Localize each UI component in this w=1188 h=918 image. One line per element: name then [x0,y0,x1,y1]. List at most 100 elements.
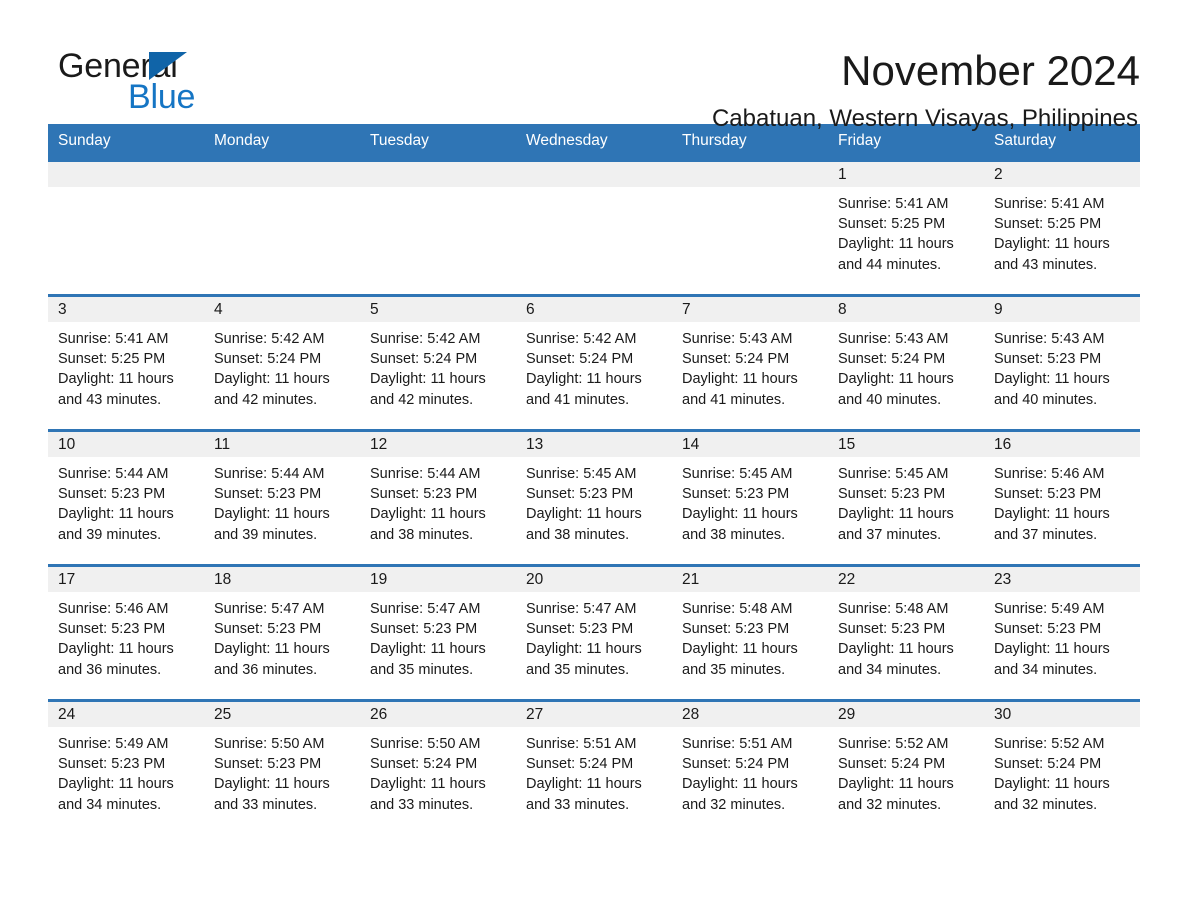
daylight-text-line2: and 39 minutes. [214,526,318,543]
daylight-text-line2: and 32 minutes. [682,796,786,813]
calendar-day-cell[interactable]: 23 Sunrise: 5:49 AM Sunset: 5:23 PM Dayligh… [984,564,1140,701]
day-details: Sunrise: 5:42 AM Sunset: 5:24 PM Daylight:… [204,322,360,410]
weekday-header-wednesday: Wednesday [516,124,672,161]
day-number: 11 [204,432,360,457]
calendar-day-cell[interactable]: 9 Sunrise: 5:43 AM Sunset: 5:23 PM Daylight… [984,294,1140,431]
calendar-day-cell[interactable]: 22 Sunrise: 5:48 AM Sunset: 5:23 PM Dayligh… [828,564,984,701]
sunset-text: Sunset: 5:23 PM [994,351,1102,368]
calendar-day-cell[interactable]: 6 Sunrise: 5:42 AM Sunset: 5:24 PM Daylight… [516,294,672,431]
daylight-text-line1: Daylight: 11 hours [370,641,486,658]
logo-text-blue: Blue [128,78,196,116]
day-details: Sunrise: 5:50 AM Sunset: 5:23 PM Daylight:… [204,727,360,815]
day-details: Sunrise: 5:43 AM Sunset: 5:24 PM Daylight:… [672,322,828,410]
sunset-text: Sunset: 5:23 PM [370,486,478,503]
calendar-day-cell[interactable]: 24 Sunrise: 5:49 AM Sunset: 5:23 PM Dayligh… [48,699,204,836]
day-number: 9 [984,297,1140,322]
daylight-text-line2: and 33 minutes. [370,796,474,813]
day-number: 2 [984,162,1140,187]
sunrise-text: Sunrise: 5:46 AM [994,466,1105,482]
calendar-day-cell[interactable]: 26 Sunrise: 5:50 AM Sunset: 5:24 PM Dayligh… [360,699,516,836]
calendar-week-row: 3 Sunrise: 5:41 AM Sunset: 5:25 PM Daylight… [48,294,1140,431]
day-number [204,162,360,187]
calendar-day-cell[interactable]: 1 Sunrise: 5:41 AM Sunset: 5:25 PM Daylight… [828,159,984,296]
calendar-week-row: 24 Sunrise: 5:49 AM Sunset: 5:23 PM Dayligh… [48,699,1140,836]
calendar-day-cell[interactable]: 4 Sunrise: 5:42 AM Sunset: 5:24 PM Daylight… [204,294,360,431]
day-details: Sunrise: 5:41 AM Sunset: 5:25 PM Daylight:… [984,187,1140,275]
sunrise-text: Sunrise: 5:48 AM [682,601,793,617]
day-number: 19 [360,567,516,592]
sunrise-text: Sunrise: 5:49 AM [994,601,1105,617]
daylight-text-line2: and 32 minutes. [994,796,1098,813]
calendar-day-cell[interactable]: 27 Sunrise: 5:51 AM Sunset: 5:24 PM Dayligh… [516,699,672,836]
calendar-day-cell[interactable]: 12 Sunrise: 5:44 AM Sunset: 5:23 PM Dayligh… [360,429,516,566]
day-details: Sunrise: 5:48 AM Sunset: 5:23 PM Daylight:… [672,592,828,680]
calendar-day-cell[interactable]: 10 Sunrise: 5:44 AM Sunset: 5:23 PM Dayligh… [48,429,204,566]
calendar-day-cell[interactable]: 20 Sunrise: 5:47 AM Sunset: 5:23 PM Dayligh… [516,564,672,701]
calendar-day-cell[interactable]: 7 Sunrise: 5:43 AM Sunset: 5:24 PM Daylight… [672,294,828,431]
day-details [516,187,672,194]
sunset-text: Sunset: 5:24 PM [838,351,946,368]
daylight-text-line2: and 43 minutes. [994,256,1098,273]
calendar-day-cell[interactable]: 13 Sunrise: 5:45 AM Sunset: 5:23 PM Dayligh… [516,429,672,566]
day-number: 1 [828,162,984,187]
location-subtitle: Cabatuan, Western Visayas, Philippines [711,105,1138,132]
calendar-cell-empty [672,159,828,296]
daylight-text-line1: Daylight: 11 hours [214,371,330,388]
calendar-day-cell[interactable]: 15 Sunrise: 5:45 AM Sunset: 5:23 PM Dayligh… [828,429,984,566]
day-number: 21 [672,567,828,592]
calendar-day-cell[interactable]: 14 Sunrise: 5:45 AM Sunset: 5:23 PM Dayligh… [672,429,828,566]
calendar-day-cell[interactable]: 17 Sunrise: 5:46 AM Sunset: 5:23 PM Dayligh… [48,564,204,701]
daylight-text-line1: Daylight: 11 hours [838,506,954,523]
sunrise-text: Sunrise: 5:42 AM [526,331,637,347]
calendar-day-cell[interactable]: 11 Sunrise: 5:44 AM Sunset: 5:23 PM Dayligh… [204,429,360,566]
sunset-text: Sunset: 5:24 PM [370,756,478,773]
daylight-text-line1: Daylight: 11 hours [214,776,330,793]
calendar-day-cell[interactable]: 28 Sunrise: 5:51 AM Sunset: 5:24 PM Dayligh… [672,699,828,836]
day-details: Sunrise: 5:45 AM Sunset: 5:23 PM Daylight:… [672,457,828,545]
calendar-day-cell[interactable]: 19 Sunrise: 5:47 AM Sunset: 5:23 PM Dayligh… [360,564,516,701]
day-details: Sunrise: 5:49 AM Sunset: 5:23 PM Daylight:… [48,727,204,815]
sunset-text: Sunset: 5:24 PM [526,351,634,368]
calendar-day-cell[interactable]: 29 Sunrise: 5:52 AM Sunset: 5:24 PM Dayligh… [828,699,984,836]
page-header: General Blue November 2024 Cabatuan, Wes… [48,0,1140,132]
sunrise-text: Sunrise: 5:43 AM [682,331,793,347]
calendar-week-row: 1 Sunrise: 5:41 AM Sunset: 5:25 PM Daylight… [48,159,1140,296]
general-blue-logo[interactable]: General Blue [48,46,298,116]
sunset-text: Sunset: 5:24 PM [214,351,322,368]
daylight-text-line1: Daylight: 11 hours [994,641,1110,658]
sunrise-text: Sunrise: 5:43 AM [994,331,1105,347]
calendar-day-cell[interactable]: 2 Sunrise: 5:41 AM Sunset: 5:25 PM Daylight… [984,159,1140,296]
calendar-day-cell[interactable]: 21 Sunrise: 5:48 AM Sunset: 5:23 PM Dayligh… [672,564,828,701]
day-details: Sunrise: 5:42 AM Sunset: 5:24 PM Daylight:… [516,322,672,410]
calendar-day-cell[interactable]: 3 Sunrise: 5:41 AM Sunset: 5:25 PM Daylight… [48,294,204,431]
daylight-text-line2: and 32 minutes. [838,796,942,813]
day-details [48,187,204,194]
sunset-text: Sunset: 5:23 PM [838,621,946,638]
sunset-text: Sunset: 5:23 PM [994,621,1102,638]
daylight-text-line1: Daylight: 11 hours [526,506,642,523]
sunrise-text: Sunrise: 5:49 AM [58,736,169,752]
sunrise-text: Sunrise: 5:44 AM [58,466,169,482]
day-details: Sunrise: 5:41 AM Sunset: 5:25 PM Daylight:… [828,187,984,275]
daylight-text-line2: and 34 minutes. [58,796,162,813]
sunrise-text: Sunrise: 5:43 AM [838,331,949,347]
daylight-text-line2: and 40 minutes. [994,391,1098,408]
daylight-text-line2: and 33 minutes. [526,796,630,813]
day-details: Sunrise: 5:44 AM Sunset: 5:23 PM Daylight:… [48,457,204,545]
calendar-day-cell[interactable]: 30 Sunrise: 5:52 AM Sunset: 5:24 PM Dayligh… [984,699,1140,836]
sunrise-text: Sunrise: 5:51 AM [682,736,793,752]
calendar-day-cell[interactable]: 16 Sunrise: 5:46 AM Sunset: 5:23 PM Dayligh… [984,429,1140,566]
day-details: Sunrise: 5:48 AM Sunset: 5:23 PM Daylight:… [828,592,984,680]
day-details: Sunrise: 5:47 AM Sunset: 5:23 PM Daylight:… [360,592,516,680]
daylight-text-line2: and 41 minutes. [526,391,630,408]
day-number: 5 [360,297,516,322]
daylight-text-line1: Daylight: 11 hours [838,641,954,658]
day-number [48,162,204,187]
sunset-text: Sunset: 5:23 PM [370,621,478,638]
calendar-day-cell[interactable]: 25 Sunrise: 5:50 AM Sunset: 5:23 PM Dayligh… [204,699,360,836]
calendar-day-cell[interactable]: 8 Sunrise: 5:43 AM Sunset: 5:24 PM Daylight… [828,294,984,431]
day-number: 25 [204,702,360,727]
calendar-day-cell[interactable]: 5 Sunrise: 5:42 AM Sunset: 5:24 PM Daylight… [360,294,516,431]
calendar-day-cell[interactable]: 18 Sunrise: 5:47 AM Sunset: 5:23 PM Dayligh… [204,564,360,701]
daylight-text-line1: Daylight: 11 hours [370,506,486,523]
